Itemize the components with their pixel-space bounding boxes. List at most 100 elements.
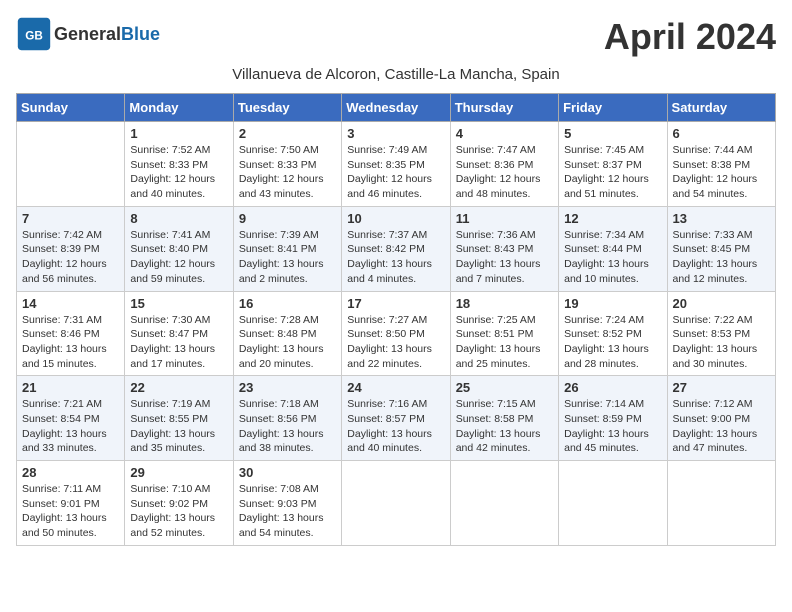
calendar-cell: 30Sunrise: 7:08 AMSunset: 9:03 PMDayligh…	[233, 461, 341, 546]
day-number: 28	[22, 465, 119, 480]
day-number: 2	[239, 126, 336, 141]
calendar-cell: 24 Sunrise: 7:16 AMSunset: 8:57 PMDayligh…	[342, 376, 450, 461]
calendar-cell: 8Sunrise: 7:41 AMSunset: 8:40 PMDaylight…	[125, 206, 233, 291]
day-info: Sunrise: 7:31 AMSunset: 8:46 PMDaylight:…	[22, 313, 119, 372]
day-number: 13	[673, 211, 770, 226]
day-info: Sunrise: 7:47 AMSunset: 8:36 PMDaylight:…	[456, 143, 553, 202]
calendar-cell: 13 Sunrise: 7:33 AMSunset: 8:45 PMDayligh…	[667, 206, 775, 291]
day-info: Sunrise: 7:24 AMSunset: 8:52 PMDaylight:…	[564, 313, 661, 372]
day-number: 20	[673, 296, 770, 311]
calendar-cell: 18 Sunrise: 7:25 AMSunset: 8:51 PMDayligh…	[450, 291, 558, 376]
calendar-cell: 10 Sunrise: 7:37 AMSunset: 8:42 PMDayligh…	[342, 206, 450, 291]
calendar-cell: 11 Sunrise: 7:36 AMSunset: 8:43 PMDayligh…	[450, 206, 558, 291]
calendar-cell	[667, 461, 775, 546]
day-info: Sunrise: 7:36 AMSunset: 8:43 PMDaylight:…	[456, 228, 553, 287]
weekday-header-monday: Monday	[125, 94, 233, 122]
day-number: 15	[130, 296, 227, 311]
day-info: Sunrise: 7:16 AMSunset: 8:57 PMDaylight:…	[347, 397, 444, 456]
day-info: Sunrise: 7:42 AMSunset: 8:39 PMDaylight:…	[22, 228, 119, 287]
day-number: 12	[564, 211, 661, 226]
day-info: Sunrise: 7:33 AMSunset: 8:45 PMDaylight:…	[673, 228, 770, 287]
day-number: 1	[130, 126, 227, 141]
day-info: Sunrise: 7:11 AMSunset: 9:01 PMDaylight:…	[22, 482, 119, 541]
calendar-cell: 14 Sunrise: 7:31 AMSunset: 8:46 PMDayligh…	[17, 291, 125, 376]
day-number: 21	[22, 380, 119, 395]
calendar-cell: 29 Sunrise: 7:10 AMSunset: 9:02 PMDayligh…	[125, 461, 233, 546]
calendar-cell	[342, 461, 450, 546]
day-info: Sunrise: 7:45 AMSunset: 8:37 PMDaylight:…	[564, 143, 661, 202]
day-info: Sunrise: 7:25 AMSunset: 8:51 PMDaylight:…	[456, 313, 553, 372]
weekday-header-tuesday: Tuesday	[233, 94, 341, 122]
calendar-cell: 28 Sunrise: 7:11 AMSunset: 9:01 PMDayligh…	[17, 461, 125, 546]
day-number: 24	[347, 380, 444, 395]
day-info: Sunrise: 7:21 AMSunset: 8:54 PMDaylight:…	[22, 397, 119, 456]
day-number: 22	[130, 380, 227, 395]
calendar-cell: 2 Sunrise: 7:50 AMSunset: 8:33 PMDaylight…	[233, 122, 341, 207]
weekday-header-sunday: Sunday	[17, 94, 125, 122]
day-info: Sunrise: 7:28 AMSunset: 8:48 PMDaylight:…	[239, 313, 336, 372]
calendar-cell: 7 Sunrise: 7:42 AMSunset: 8:39 PMDaylight…	[17, 206, 125, 291]
calendar-cell: 26 Sunrise: 7:14 AMSunset: 8:59 PMDayligh…	[559, 376, 667, 461]
calendar-cell	[17, 122, 125, 207]
calendar-cell: 23 Sunrise: 7:18 AMSunset: 8:56 PMDayligh…	[233, 376, 341, 461]
day-number: 26	[564, 380, 661, 395]
calendar-cell	[559, 461, 667, 546]
day-number: 23	[239, 380, 336, 395]
calendar-cell: 19 Sunrise: 7:24 AMSunset: 8:52 PMDayligh…	[559, 291, 667, 376]
day-info: Sunrise: 7:18 AMSunset: 8:56 PMDaylight:…	[239, 397, 336, 456]
day-number: 30	[239, 465, 336, 480]
logo-icon: GB	[16, 16, 52, 52]
day-info: Sunrise: 7:34 AMSunset: 8:44 PMDaylight:…	[564, 228, 661, 287]
day-number: 10	[347, 211, 444, 226]
day-info: Sunrise: 7:52 AMSunset: 8:33 PMDaylight:…	[130, 143, 227, 202]
calendar-cell: 22 Sunrise: 7:19 AMSunset: 8:55 PMDayligh…	[125, 376, 233, 461]
day-info: Sunrise: 7:41 AMSunset: 8:40 PMDaylight:…	[130, 228, 227, 287]
day-number: 18	[456, 296, 553, 311]
month-title: April 2024	[604, 16, 776, 58]
calendar-cell: 25 Sunrise: 7:15 AMSunset: 8:58 PMDayligh…	[450, 376, 558, 461]
day-info: Sunrise: 7:30 AMSunset: 8:47 PMDaylight:…	[130, 313, 227, 372]
calendar-cell: 20 Sunrise: 7:22 AMSunset: 8:53 PMDayligh…	[667, 291, 775, 376]
calendar-cell: 4 Sunrise: 7:47 AMSunset: 8:36 PMDaylight…	[450, 122, 558, 207]
day-info: Sunrise: 7:15 AMSunset: 8:58 PMDaylight:…	[456, 397, 553, 456]
day-number: 14	[22, 296, 119, 311]
calendar-cell	[450, 461, 558, 546]
day-info: Sunrise: 7:22 AMSunset: 8:53 PMDaylight:…	[673, 313, 770, 372]
day-number: 27	[673, 380, 770, 395]
calendar-cell: 17 Sunrise: 7:27 AMSunset: 8:50 PMDayligh…	[342, 291, 450, 376]
location-title: Villanueva de Alcoron, Castille-La Manch…	[16, 66, 776, 83]
day-number: 16	[239, 296, 336, 311]
calendar-cell: 9Sunrise: 7:39 AMSunset: 8:41 PMDaylight…	[233, 206, 341, 291]
day-info: Sunrise: 7:44 AMSunset: 8:38 PMDaylight:…	[673, 143, 770, 202]
day-number: 11	[456, 211, 553, 226]
logo-general-text: General	[54, 24, 121, 45]
calendar-cell: 12 Sunrise: 7:34 AMSunset: 8:44 PMDayligh…	[559, 206, 667, 291]
day-number: 29	[130, 465, 227, 480]
weekday-header-saturday: Saturday	[667, 94, 775, 122]
calendar-cell: 3Sunrise: 7:49 AMSunset: 8:35 PMDaylight…	[342, 122, 450, 207]
calendar-cell: 1 Sunrise: 7:52 AMSunset: 8:33 PMDaylight…	[125, 122, 233, 207]
day-info: Sunrise: 7:27 AMSunset: 8:50 PMDaylight:…	[347, 313, 444, 372]
day-number: 17	[347, 296, 444, 311]
calendar-cell: 21 Sunrise: 7:21 AMSunset: 8:54 PMDayligh…	[17, 376, 125, 461]
day-number: 19	[564, 296, 661, 311]
day-number: 7	[22, 211, 119, 226]
day-number: 9	[239, 211, 336, 226]
day-info: Sunrise: 7:12 AMSunset: 9:00 PMDaylight:…	[673, 397, 770, 456]
day-number: 4	[456, 126, 553, 141]
day-info: Sunrise: 7:14 AMSunset: 8:59 PMDaylight:…	[564, 397, 661, 456]
day-number: 5	[564, 126, 661, 141]
day-number: 3	[347, 126, 444, 141]
day-info: Sunrise: 7:37 AMSunset: 8:42 PMDaylight:…	[347, 228, 444, 287]
logo: GB General Blue	[16, 16, 160, 52]
svg-text:GB: GB	[25, 29, 43, 42]
day-number: 25	[456, 380, 553, 395]
calendar-cell: 15 Sunrise: 7:30 AMSunset: 8:47 PMDayligh…	[125, 291, 233, 376]
calendar-table: SundayMondayTuesdayWednesdayThursdayFrid…	[16, 93, 776, 546]
day-info: Sunrise: 7:19 AMSunset: 8:55 PMDaylight:…	[130, 397, 227, 456]
day-info: Sunrise: 7:50 AMSunset: 8:33 PMDaylight:…	[239, 143, 336, 202]
day-info: Sunrise: 7:10 AMSunset: 9:02 PMDaylight:…	[130, 482, 227, 541]
weekday-header-thursday: Thursday	[450, 94, 558, 122]
weekday-header-friday: Friday	[559, 94, 667, 122]
logo-blue-text: Blue	[121, 24, 160, 45]
